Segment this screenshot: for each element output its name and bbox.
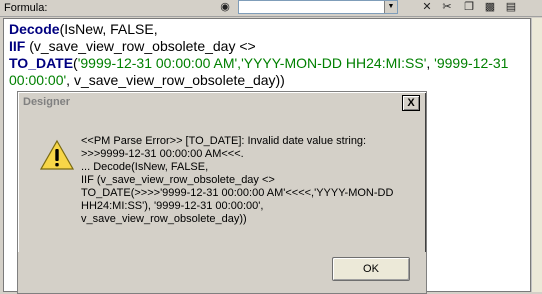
code-line-3: TO_DATE('9999-12-31 00:00:00 AM','YYYY-M… xyxy=(9,55,524,72)
dialog-button-area: OK xyxy=(18,252,426,293)
code-line-1: Decode(IsNew, FALSE, xyxy=(9,21,524,38)
error-message: <<PM Parse Error>> [TO_DATE]: Invalid da… xyxy=(81,135,394,225)
dialog-title: Designer xyxy=(23,96,71,108)
chevron-down-icon[interactable]: ▼ xyxy=(384,1,397,13)
find-icon[interactable]: ▤ xyxy=(504,1,518,14)
cut-icon[interactable]: ✂ xyxy=(440,1,454,14)
formula-code: Decode(IsNew, FALSE, IIF (v_save_view_ro… xyxy=(9,21,524,89)
code-string: '9999-12-31 00:00:00 AM','YYYY-MON-DD HH… xyxy=(77,55,427,71)
code-keyword: IIF xyxy=(9,38,26,54)
code-text: , xyxy=(426,55,435,71)
code-string: '9999-12-31 xyxy=(434,55,509,71)
code-text: , v_save_view_row_obsolete_day)) xyxy=(66,72,285,88)
designer-dialog: Designer X <<PM Parse Error>> [TO_DATE]:… xyxy=(17,91,427,294)
code-line-2: IIF (v_save_view_row_obsolete_day <> xyxy=(9,38,524,55)
formula-toolbar: Formula: ◉ ▼ ✕ ✂ ❐ ▩ ▤ xyxy=(0,0,542,17)
binoculars-icon[interactable]: ◉ xyxy=(218,1,232,14)
code-text: (IsNew, FALSE, xyxy=(59,21,158,37)
close-button[interactable]: X xyxy=(402,95,420,111)
warning-icon xyxy=(40,139,74,170)
dialog-titlebar[interactable]: Designer X xyxy=(20,94,424,112)
editor-scrollbar[interactable] xyxy=(531,18,542,292)
code-keyword: Decode xyxy=(9,21,60,37)
code-string: 00:00:00' xyxy=(9,72,67,88)
formula-label: Formula: xyxy=(4,2,48,14)
x-icon[interactable]: ✕ xyxy=(420,1,434,14)
paste-icon[interactable]: ▩ xyxy=(483,1,497,14)
close-icon: X xyxy=(407,97,415,109)
code-keyword: TO_DATE xyxy=(9,55,74,71)
ok-button[interactable]: OK xyxy=(332,257,410,281)
copy-icon[interactable]: ❐ xyxy=(462,1,476,14)
code-text: (v_save_view_row_obsolete_day <> xyxy=(25,38,256,54)
formula-combo[interactable]: ▼ xyxy=(238,0,398,14)
code-line-4: 00:00:00', v_save_view_row_obsolete_day)… xyxy=(9,72,524,89)
